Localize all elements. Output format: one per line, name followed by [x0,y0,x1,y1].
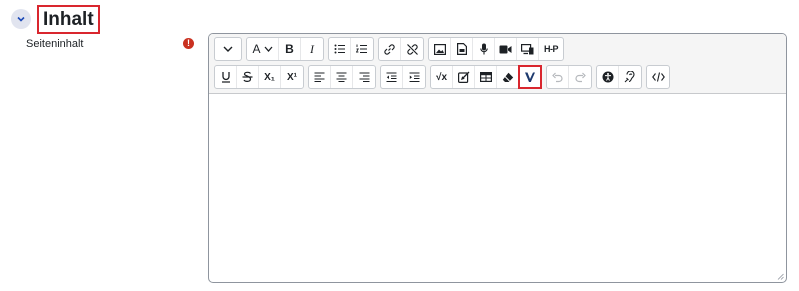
screen-reader-helper-button[interactable] [619,66,641,88]
undo-button[interactable] [547,66,569,88]
align-center-button[interactable] [331,66,353,88]
align-left-button[interactable] [309,66,331,88]
chevron-down-icon [223,46,233,52]
editor-toolbar: A B I H-P X₁ X¹ √x [209,34,786,94]
unordered-list-button[interactable] [329,38,351,60]
field-label: Seiteninhalt [26,38,84,50]
outdent-icon [386,72,397,82]
chevron-down-icon [17,16,25,22]
subscript-button[interactable]: X₁ [259,66,281,88]
align-center-icon [336,72,347,82]
underline-icon [221,72,230,83]
assistive-listening-icon [624,71,635,83]
required-icon: ! [183,38,194,49]
manage-files-button[interactable] [517,38,539,60]
align-right-button[interactable] [353,66,375,88]
file-icon [456,43,467,55]
align-left-icon [314,72,325,82]
html-source-button[interactable] [647,66,669,88]
strikethrough-icon [242,71,253,82]
edit-icon [457,71,469,83]
rich-text-editor: A B I H-P X₁ X¹ √x [208,33,787,283]
section-title: Inhalt [37,5,100,34]
chevron-down-icon [264,46,272,52]
redo-icon [574,72,586,82]
unlink-button[interactable] [401,38,423,60]
toolbar-toggle-button[interactable] [215,38,241,60]
font-style-button[interactable]: A [247,38,279,60]
accessibility-icon [602,71,613,83]
font-label: A [252,42,261,56]
code-icon [651,72,665,82]
outdent-button[interactable] [381,66,403,88]
eraser-icon [502,72,513,82]
insert-h5p-button[interactable]: H-P [539,38,563,60]
superscript-button[interactable]: X¹ [281,66,303,88]
resize-handle-icon[interactable] [777,273,784,280]
numbered-list-icon [356,44,367,54]
editor-content-area[interactable] [209,93,786,282]
italic-button[interactable]: I [301,38,323,60]
edit-button[interactable] [453,66,475,88]
bold-button[interactable]: B [279,38,301,60]
video-camera-icon [499,45,512,53]
redo-button[interactable] [569,66,591,88]
equation-button[interactable]: √x [431,66,453,88]
v-logo-icon [525,72,535,82]
indent-icon [409,72,419,82]
underline-button[interactable] [215,66,237,88]
vimeo-plugin-button[interactable] [518,65,542,89]
align-right-icon [359,72,369,82]
record-audio-button[interactable] [473,38,495,60]
insert-table-button[interactable] [475,66,497,88]
record-video-button[interactable] [495,38,517,60]
unlink-icon [406,43,418,55]
link-icon [384,43,395,55]
insert-image-button[interactable] [429,38,451,60]
table-icon [479,72,492,82]
image-icon [433,43,446,55]
link-button[interactable] [379,38,401,60]
insert-media-button[interactable] [451,38,473,60]
collapse-section-button[interactable] [11,9,31,29]
clear-formatting-button[interactable] [497,66,519,88]
indent-button[interactable] [403,66,425,88]
ordered-list-button[interactable] [351,38,373,60]
undo-icon [552,72,563,82]
microphone-icon [479,43,488,55]
strikethrough-button[interactable] [237,66,259,88]
accessibility-checker-button[interactable] [597,66,619,88]
bullet-list-icon [334,44,345,54]
devices-icon [521,43,534,54]
